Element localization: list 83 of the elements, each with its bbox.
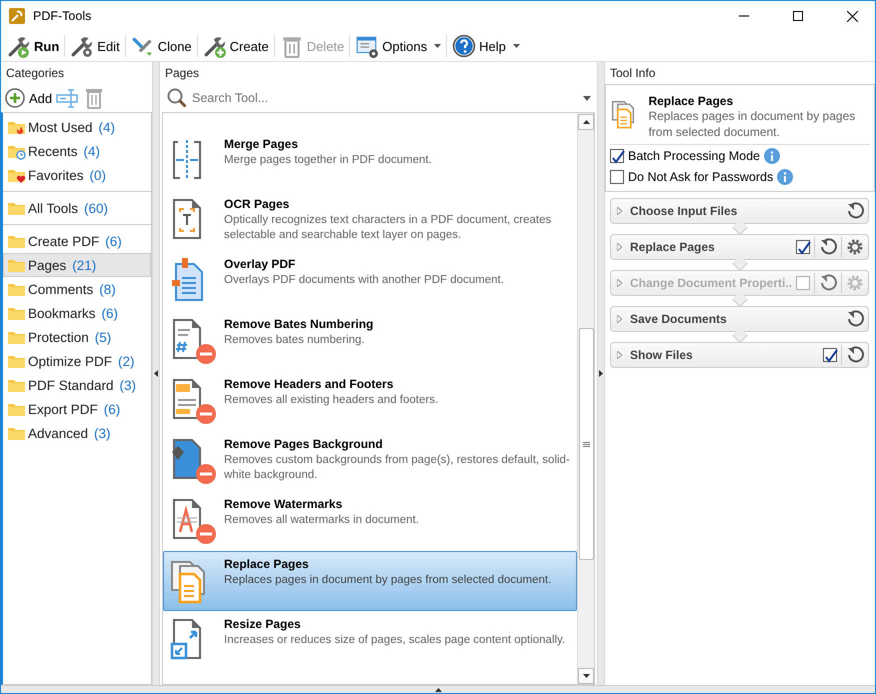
- tool-name: Replace Pages: [648, 94, 734, 108]
- options-button[interactable]: Options: [351, 32, 446, 60]
- tool-item[interactable]: Replace Pages Replaces pages in document by pages from selected document.: [163, 551, 577, 611]
- tool-item[interactable]: Remove Headers and Footers Removes all existing headers and footers.: [163, 371, 577, 431]
- window-title: PDF-Tools: [33, 9, 92, 23]
- settings-window-icon: [355, 34, 380, 58]
- tool-item[interactable]: Resize Pages Increases or reduces size of pages, scales page content optionally.: [163, 611, 577, 671]
- checkmark-icon: [796, 240, 810, 254]
- arrow-icon: [582, 120, 590, 124]
- info-icon[interactable]: [777, 168, 794, 184]
- category-item[interactable]: Export PDF (6): [3, 397, 151, 421]
- edit-button[interactable]: Edit: [66, 32, 124, 60]
- workflow-step[interactable]: Show Files: [610, 342, 869, 368]
- create-button[interactable]: Create: [198, 32, 273, 60]
- reset-icon[interactable]: [819, 238, 837, 256]
- checkbox[interactable]: [610, 170, 624, 184]
- category-item[interactable]: Create PDF (6): [3, 229, 151, 253]
- expand-icon[interactable]: [617, 315, 622, 323]
- minimize-icon: [739, 15, 749, 17]
- close-icon: [846, 10, 858, 22]
- pane-title: Pages: [164, 65, 200, 82]
- scroll-down-button[interactable]: [578, 668, 594, 684]
- delete-icon[interactable]: [84, 87, 104, 109]
- tool-item[interactable]: Remove Watermarks Removes all watermarks in document.: [163, 491, 577, 551]
- arrow-icon: [582, 674, 590, 678]
- tool-item[interactable]: Overlay PDF Overlays PDF documents with another PDF document.: [163, 251, 577, 311]
- category-item[interactable]: All Tools (60): [3, 196, 151, 220]
- rename-icon[interactable]: [56, 88, 80, 108]
- plus-icon: [5, 88, 25, 108]
- expand-icon[interactable]: [617, 243, 622, 251]
- category-item[interactable]: Optimize PDF (2): [3, 349, 151, 373]
- search-field[interactable]: Search Tool...: [190, 90, 581, 106]
- splitter-handle[interactable]: [597, 62, 605, 685]
- checkbox[interactable]: [610, 148, 624, 162]
- scroll-up-button[interactable]: [578, 114, 594, 130]
- category-item[interactable]: Comments (8): [3, 277, 151, 301]
- app-logo-icon: [9, 8, 25, 24]
- category-item[interactable]: Bookmarks (6): [3, 301, 151, 325]
- expand-icon[interactable]: [617, 351, 622, 359]
- clone-button[interactable]: Clone: [126, 32, 196, 60]
- option-label: Batch Processing Mode: [628, 148, 760, 162]
- option-label: Do Not Ask for Passwords: [628, 170, 774, 184]
- category-item[interactable]: Recents (4): [3, 139, 151, 163]
- workflow-step[interactable]: Choose Input Files: [610, 198, 869, 224]
- reset-icon[interactable]: [846, 346, 864, 364]
- category-item[interactable]: Pages (21): [3, 253, 151, 277]
- arrow-icon: [434, 688, 442, 692]
- checkmark-icon: [823, 348, 837, 362]
- reset-icon[interactable]: [846, 202, 864, 220]
- grip-icon: [582, 442, 590, 446]
- add-button[interactable]: Add: [5, 88, 52, 108]
- tool-item[interactable]: OCR Pages Optically recognizes text characters in a PDF document, creates selectable and searchable text layer on pages.: [163, 191, 577, 251]
- checkbox[interactable]: [796, 240, 810, 254]
- tool-item[interactable]: Remove Bates Numbering Removes bates numbering.: [163, 311, 577, 371]
- dropdown-icon[interactable]: [583, 96, 591, 100]
- category-item[interactable]: Advanced (3): [3, 421, 151, 445]
- search-icon: [166, 87, 188, 109]
- pane-title: Tool Info: [609, 65, 656, 82]
- maximize-icon: [793, 11, 803, 21]
- splitter-handle[interactable]: [1, 685, 875, 693]
- category-item[interactable]: Favorites (0): [3, 163, 151, 187]
- run-button[interactable]: Run: [3, 32, 64, 60]
- expand-icon[interactable]: [617, 207, 622, 215]
- category-item[interactable]: Most Used (4): [3, 115, 151, 139]
- tool-item[interactable]: Remove Pages Background Removes custom backgrounds from page(s), restores default, solid-white background.: [163, 431, 577, 491]
- tool-item[interactable]: Merge Pages Merge pages together in PDF document.: [163, 131, 577, 191]
- checkbox[interactable]: [823, 348, 837, 362]
- category-item[interactable]: Protection (5): [3, 325, 151, 349]
- tool-description: Replaces pages in document by pages from selected document.: [648, 108, 856, 140]
- reset-icon[interactable]: [846, 310, 864, 328]
- checkmark-icon: [610, 148, 624, 162]
- info-icon[interactable]: [764, 148, 780, 164]
- pane-title: Categories: [5, 65, 66, 82]
- help-icon: [452, 34, 476, 58]
- arrow-icon: [599, 370, 603, 377]
- workflow-step[interactable]: Save Documents: [610, 306, 869, 332]
- workflow-step[interactable]: Replace Pages: [610, 234, 869, 260]
- help-button[interactable]: Help: [448, 32, 524, 60]
- category-item[interactable]: PDF Standard (3): [3, 373, 151, 397]
- gear-icon[interactable]: [846, 238, 864, 256]
- scrollbar-thumb[interactable]: [578, 328, 594, 560]
- arrow-icon: [154, 370, 158, 377]
- splitter-handle[interactable]: [152, 62, 160, 685]
